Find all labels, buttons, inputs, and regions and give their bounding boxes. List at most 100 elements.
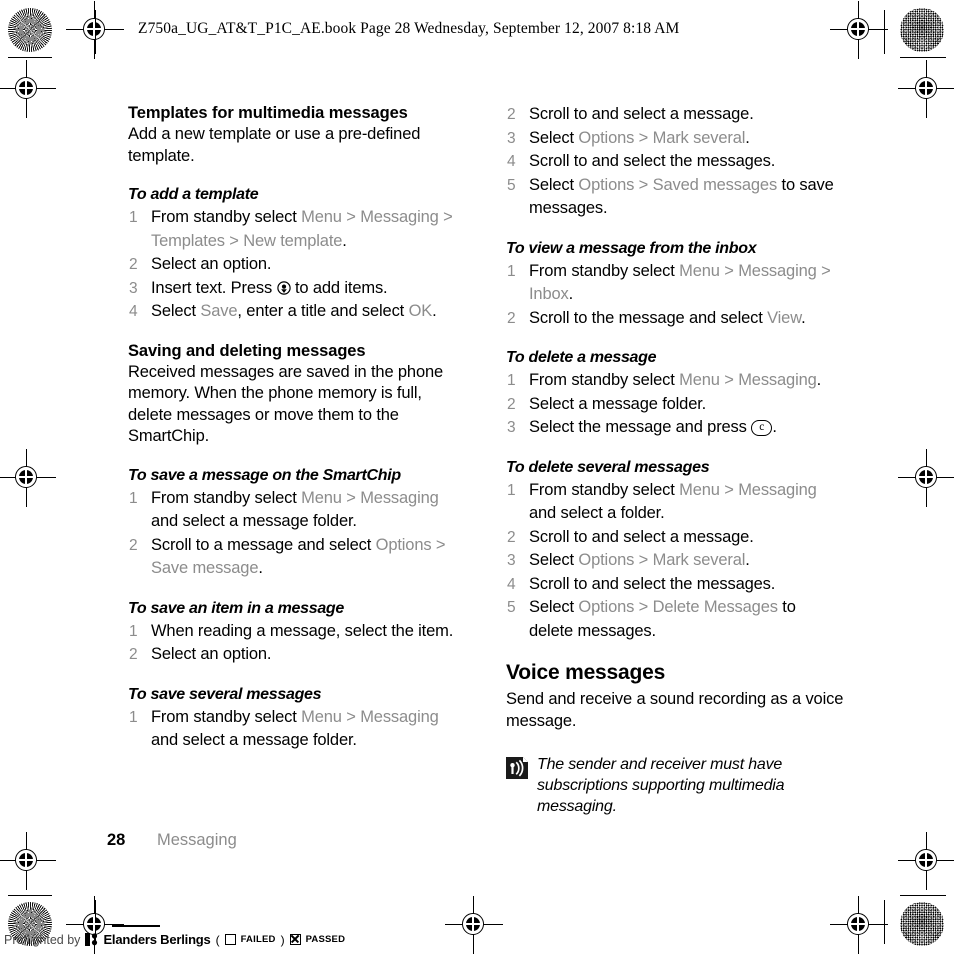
step-text: . — [342, 231, 347, 250]
book-file-header: Z750a_UG_AT&T_P1C_AE.book Page 28 Wednes… — [138, 20, 680, 37]
registration-target-left-upper — [0, 60, 56, 118]
section-title-templates: Templates for multimedia messages — [128, 104, 408, 122]
preflight-by-label: Preflighted by — [4, 932, 81, 947]
step-item: Select an option. — [128, 253, 466, 277]
ui-path-separator: > — [341, 707, 361, 726]
step-item: Select a message folder. — [506, 393, 844, 417]
left-column: Templates for multimedia messages Add a … — [128, 103, 466, 753]
step-text: and select a folder. — [529, 504, 665, 522]
steps-save-on-smartchip: From standby select Menu > Messaging and… — [128, 487, 466, 581]
task-title-delete-a-message: To delete a message — [506, 349, 657, 366]
steps-save-item-in-message: When reading a message, select the item.… — [128, 620, 466, 667]
step-text: From standby select — [529, 261, 680, 280]
steps-view-message-inbox: From standby select Menu > Messaging > I… — [506, 260, 844, 331]
step-text: , enter a title and select — [237, 302, 409, 320]
steps-save-several-messages-continued: Scroll to and select a message. Select Op… — [506, 103, 844, 221]
task-title-save-item-in-message: To save an item in a message — [128, 599, 344, 617]
registration-target-top-right — [830, 1, 888, 59]
ui-reference: Menu — [301, 488, 342, 507]
step-text: Select an option. — [151, 645, 272, 663]
step-text: Select — [529, 128, 579, 147]
ui-reference: Inbox — [529, 285, 569, 303]
step-text: From standby select — [529, 371, 680, 389]
crop-rule-preflight-divider — [112, 925, 160, 927]
ui-path-separator: > — [431, 535, 446, 554]
ui-reference: New template — [243, 231, 343, 250]
step-text: From standby select — [151, 707, 302, 726]
step-item: From standby select Menu > Messaging > I… — [506, 260, 844, 307]
step-item: From standby select Menu > Messaging and… — [506, 479, 844, 526]
crop-rule-left-horizontal — [8, 57, 52, 58]
ui-reference: Options — [578, 128, 635, 147]
step-item: Select Options > Mark several. — [506, 549, 844, 573]
ui-reference: Options — [375, 535, 432, 554]
right-column: Scroll to and select a message. Select Op… — [506, 103, 844, 817]
task-title-save-on-smartchip: To save a message on the SmartChip — [128, 466, 401, 484]
task-title-save-several-messages: To save several messages — [128, 685, 322, 703]
ui-path-separator: > — [719, 371, 739, 389]
note-text: The sender and receiver must have subscr… — [537, 756, 785, 815]
ui-reference: Options — [578, 598, 635, 616]
ui-path-separator: > — [341, 488, 361, 507]
step-item: Scroll to a message and select Options >… — [128, 534, 466, 581]
step-text: Select — [529, 175, 579, 194]
task-title-view-message-inbox: To view a message from the inbox — [506, 239, 757, 257]
step-item: When reading a message, select the item. — [128, 620, 466, 644]
step-text: Scroll to the message and select — [529, 308, 768, 327]
step-text: Scroll to and select the messages. — [529, 152, 776, 170]
step-text: Select — [529, 598, 579, 616]
step-item: Scroll to and select the messages. — [506, 573, 844, 597]
preflight-passed-checkbox — [289, 934, 301, 945]
page-number: 28 — [107, 831, 126, 849]
step-item: Scroll to and select a message. — [506, 526, 844, 550]
ui-reference: Menu — [301, 707, 342, 726]
section-title-saving-deleting: Saving and deleting messages — [128, 341, 366, 360]
step-item: Select Save, enter a title and select OK… — [128, 300, 466, 324]
preflight-close-paren: ) — [280, 932, 285, 947]
step-item: Scroll to the message and select View. — [506, 307, 844, 331]
rosette-mark-top-left — [8, 8, 52, 52]
rosette-mark-bottom-right — [900, 902, 944, 946]
ui-path-separator: > — [719, 480, 739, 499]
ui-path-separator: > — [634, 128, 653, 147]
step-text: From standby select — [151, 208, 302, 226]
ui-path-separator: > — [634, 175, 653, 194]
step-text: From standby select — [529, 480, 680, 499]
ui-reference: Save — [200, 302, 238, 320]
page-section-name: Messaging — [156, 831, 237, 849]
step-text: From standby select — [151, 488, 302, 507]
registration-target-right-lower — [898, 832, 954, 890]
step-text: Scroll to a message and select — [151, 535, 376, 554]
crop-rule-right-vertical — [884, 10, 885, 54]
step-text: and select a message folder. — [151, 731, 357, 749]
ui-path-separator: > — [341, 208, 361, 226]
ui-reference: Menu — [679, 261, 720, 280]
note-callout: The sender and receiver must have subscr… — [506, 754, 844, 817]
step-item: Scroll to and select the messages. — [506, 150, 844, 174]
registration-target-bottom-center — [445, 896, 503, 954]
page-footer: 28 Messaging — [107, 831, 237, 850]
crop-rule-right-horizontal-bottom — [900, 895, 946, 896]
ui-reference: OK — [408, 302, 433, 320]
steps-delete-a-message: From standby select Menu > Messaging. Sel… — [506, 369, 844, 440]
ui-reference: Templates — [151, 231, 225, 250]
keycap-clear-icon: c — [751, 420, 773, 436]
ui-reference: Options — [578, 551, 635, 569]
step-text: Insert text. Press — [151, 278, 277, 297]
crop-rule-left-horizontal-bottom — [8, 895, 52, 896]
step-text: Select a message folder. — [529, 394, 707, 413]
step-text: . — [772, 418, 777, 436]
ui-reference: Menu — [679, 371, 720, 389]
step-text: to add items. — [290, 278, 388, 297]
step-text: . — [568, 285, 574, 303]
ui-reference: Mark several — [652, 128, 746, 147]
step-text: . — [816, 371, 822, 389]
ui-path-separator: > — [634, 598, 653, 616]
step-text: Select the message and press — [529, 418, 752, 436]
note-broadcast-icon — [506, 757, 528, 779]
crop-rule-bottom-right-vertical — [884, 900, 885, 944]
step-item: Insert text. Press to add items. — [128, 277, 466, 301]
registration-target-bottom-right — [830, 896, 888, 954]
ui-reference: View — [767, 308, 802, 327]
task-title-delete-several-messages: To delete several messages — [506, 458, 710, 476]
